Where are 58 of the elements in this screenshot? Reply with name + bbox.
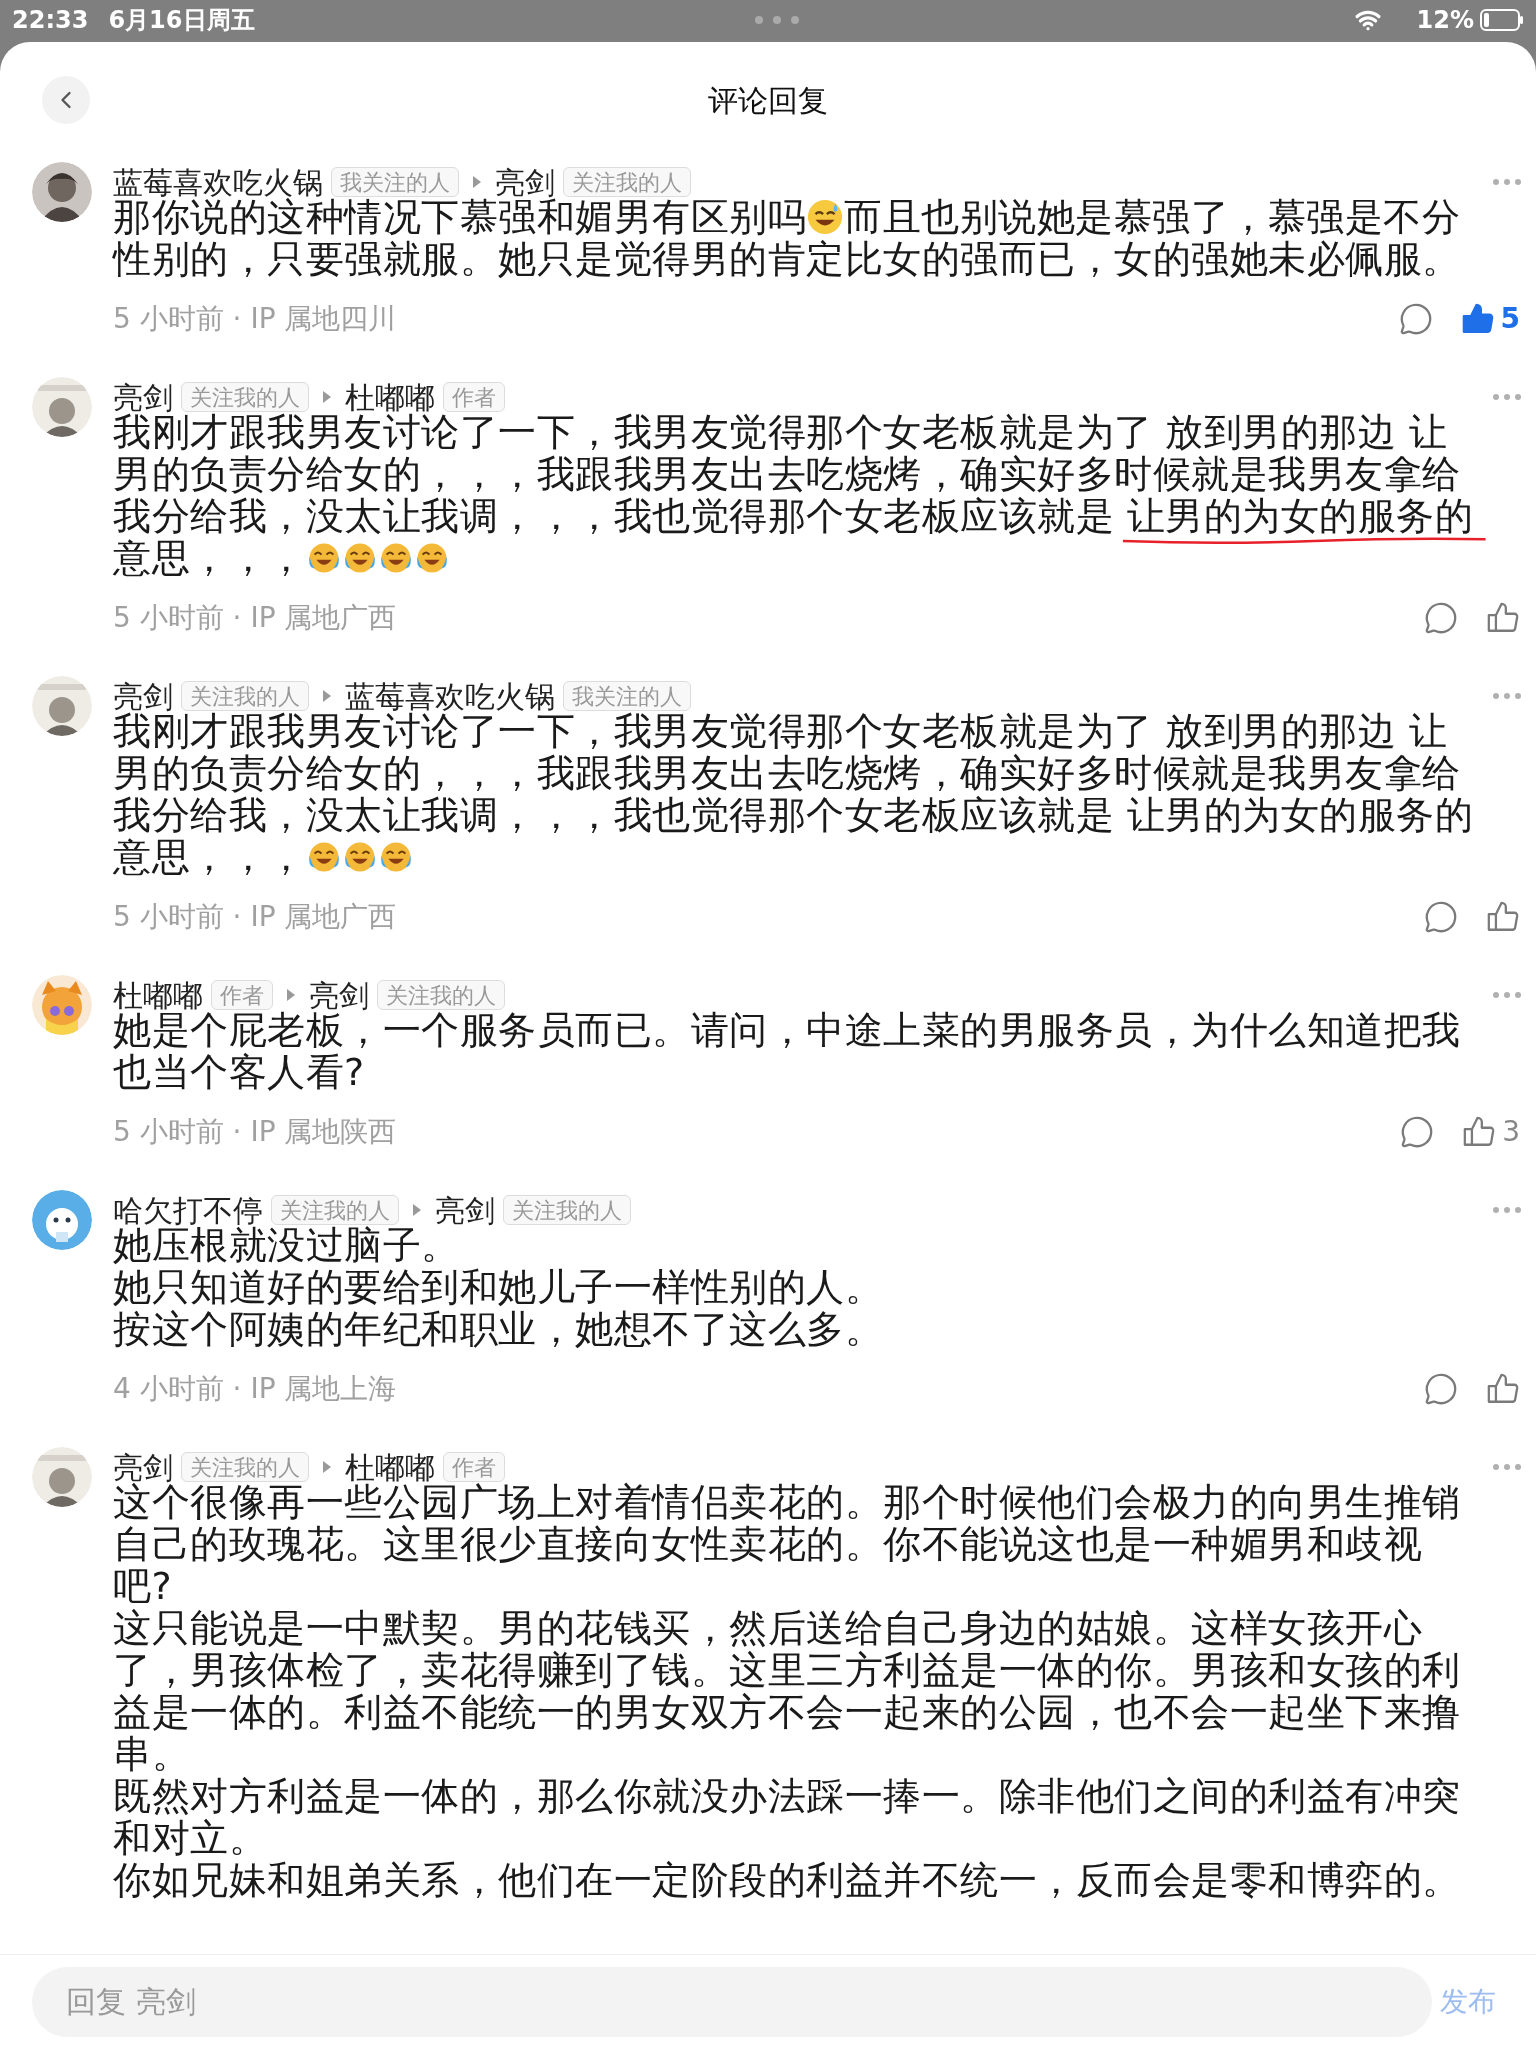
user-tag: 关注我的人 [181,681,309,711]
more-icon[interactable] [1492,178,1522,186]
laugh-cry-emoji-icon [378,840,413,874]
comment-meta: 4 小时前 · IP 属地上海 [113,1371,397,1407]
triangle-icon [287,989,295,1001]
user-tag: 作者 [211,980,273,1010]
user-tag: 我关注的人 [563,681,691,711]
triangle-icon [413,1204,421,1216]
status-date: 6月16日周五 [108,5,255,36]
user-tag: 我关注的人 [331,167,459,197]
more-icon[interactable] [1492,692,1522,700]
reply-to-name[interactable]: 亮剑 [435,1187,495,1233]
like-icon[interactable] [1462,1115,1497,1149]
user-tag: 关注我的人 [181,382,309,412]
more-icon[interactable] [1492,1463,1522,1471]
more-icon[interactable] [1492,1206,1522,1214]
user-tag: 关注我的人 [181,1452,309,1482]
page-title: 评论回复 [708,81,828,120]
triangle-icon [323,1461,331,1473]
more-icon[interactable] [1492,393,1522,401]
user-tag: 作者 [443,1452,505,1482]
user-tag: 关注我的人 [563,167,691,197]
comment-meta: 5 小时前 · IP 属地陕西 [113,1114,397,1150]
comment-meta: 5 小时前 · IP 属地广西 [113,600,397,636]
laugh-cry-emoji-icon [342,541,377,575]
like-count: 3 [1502,1114,1520,1150]
reply-icon[interactable] [1424,1372,1458,1406]
user-tag: 关注我的人 [503,1195,631,1225]
handle-icon [754,16,799,24]
laugh-cry-emoji-icon [342,840,377,874]
like-count: 5 [1500,301,1520,337]
laugh-cry-emoji-icon [414,541,449,575]
status-time: 22:33 [12,5,89,36]
reply-icon[interactable] [1424,900,1458,934]
comment-meta: 5 小时前 · IP 属地广西 [113,899,397,935]
reply-icon[interactable] [1398,302,1433,336]
laugh-cry-emoji-icon [378,541,413,575]
like-icon[interactable] [1486,1372,1520,1406]
battery-icon [1480,9,1524,31]
like-icon[interactable] [1486,900,1520,934]
reply-field[interactable]: 回复 亮剑 [32,1966,1432,2037]
reply-icon[interactable] [1400,1115,1435,1149]
like-icon[interactable] [1486,601,1520,635]
sweat-smile-emoji-icon [806,198,844,236]
user-tag: 关注我的人 [271,1195,399,1225]
triangle-icon [323,690,331,702]
reply-icon[interactable] [1424,601,1458,635]
battery-percent: 12% [1416,5,1474,36]
user-tag: 关注我的人 [377,980,505,1010]
laugh-cry-emoji-icon [306,541,341,575]
laugh-cry-emoji-icon [306,840,341,874]
triangle-icon [473,176,481,188]
like-icon[interactable] [1460,302,1495,336]
back-button[interactable] [42,76,90,124]
more-icon[interactable] [1492,991,1522,999]
comment-meta: 5 小时前 · IP 属地四川 [113,301,397,337]
triangle-icon [323,391,331,403]
user-tag: 作者 [443,382,505,412]
